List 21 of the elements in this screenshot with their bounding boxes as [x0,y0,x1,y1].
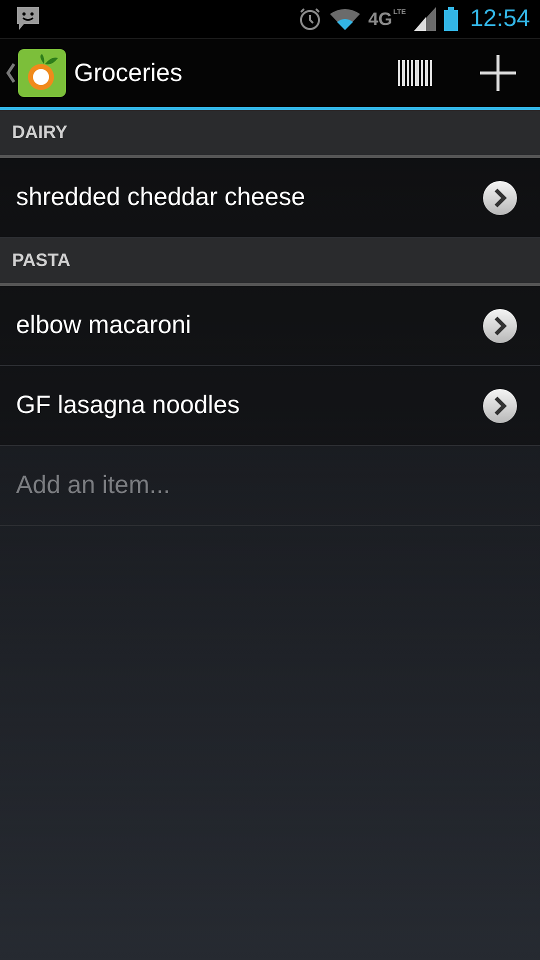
signal-icon [414,7,436,31]
chevron-icon[interactable] [482,388,518,424]
add-item-field[interactable]: Add an item... [16,471,518,500]
chevron-icon[interactable] [482,308,518,344]
section-header: PASTA [0,238,540,286]
chevron-icon[interactable] [482,180,518,216]
section-header: DAIRY [0,110,540,158]
wifi-icon [330,8,360,30]
item-name[interactable]: elbow macaroni [16,311,192,340]
clock: 12:54 [470,5,530,33]
barcode-icon[interactable] [398,60,432,86]
alarm-icon [298,7,322,31]
battery-icon [444,7,458,31]
item-name[interactable]: shredded cheddar cheese [16,183,306,212]
app-logo-icon [18,49,66,97]
message-icon [16,6,40,32]
screen-title: Groceries [74,58,182,88]
back-caret-icon [6,63,16,83]
add-icon[interactable] [480,55,516,91]
item-name[interactable]: GF lasagna noodles [16,391,240,420]
network-label: 4G [368,8,392,30]
